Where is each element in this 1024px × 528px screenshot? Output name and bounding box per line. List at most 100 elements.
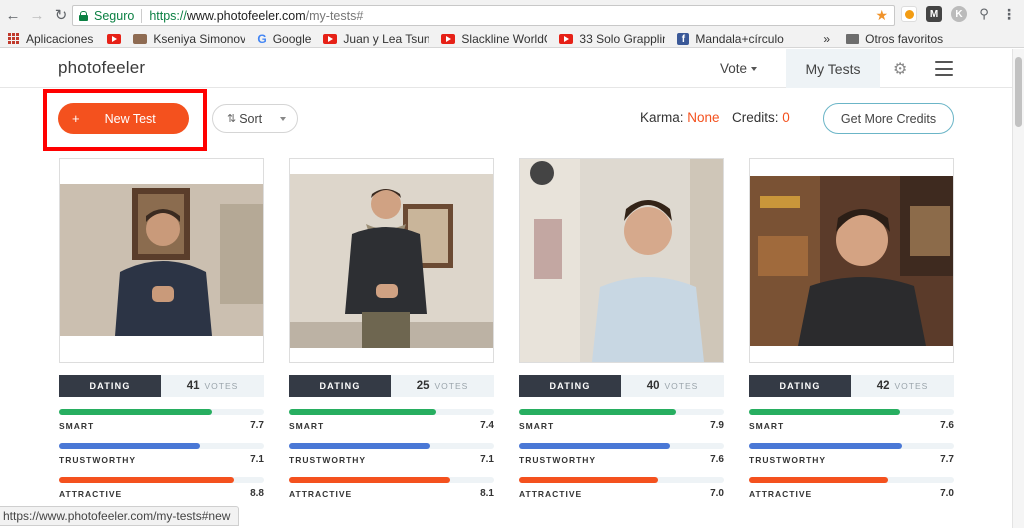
bookmark-label: Mandala+círculo — [695, 31, 784, 46]
browser-toolbar: ← → ↻ Seguro https://www.photofeeler.com… — [0, 0, 1024, 30]
metric-name: ATTRACTIVE — [749, 489, 813, 499]
bookmarks-overflow-chevron[interactable]: » — [823, 32, 830, 46]
app-header: photofeeler Vote My Tests ⚙ — [0, 49, 1012, 88]
photo-icon — [133, 33, 148, 44]
reload-icon[interactable]: ↻ — [50, 4, 72, 26]
metric-smart: SMART 7.4 — [289, 409, 494, 433]
votes-number: 25 — [416, 380, 430, 392]
scrollbar-thumb[interactable] — [1015, 57, 1022, 127]
metric-name: SMART — [749, 421, 785, 431]
gear-icon[interactable]: ⚙ — [893, 59, 907, 79]
progress-track — [59, 443, 264, 449]
progress-track — [289, 477, 494, 483]
credits-value: 0 — [782, 110, 790, 125]
bookmark-item[interactable] — [107, 33, 122, 44]
folder-icon — [846, 33, 860, 44]
zoom-search-icon[interactable]: ⚲ — [976, 6, 992, 22]
votes-number: 40 — [646, 380, 660, 392]
extension-icon[interactable] — [901, 6, 917, 22]
attr-bar — [289, 477, 451, 483]
address-bar[interactable]: Seguro https://www.photofeeler.com/my-te… — [72, 5, 895, 26]
bookmark-apps[interactable]: Aplicaciones — [8, 32, 93, 46]
karma-display: Karma: None — [640, 110, 720, 125]
card-meta-row: DATING 25 VOTES — [289, 375, 494, 397]
attr-bar — [59, 477, 234, 483]
metric-trustworthy: TRUSTWORTHY 7.6 — [519, 443, 724, 467]
metric-name: TRUSTWORTHY — [59, 455, 137, 465]
gmail-extension-icon[interactable]: M — [926, 6, 942, 22]
metric-score: 8.8 — [250, 488, 264, 499]
metric-attractive: ATTRACTIVE 7.0 — [749, 477, 954, 501]
metric-score: 7.4 — [480, 420, 494, 431]
bookmark-label: Slackline WorldC — [461, 31, 548, 46]
test-photo — [520, 159, 723, 362]
nav-my-tests[interactable]: My Tests — [786, 49, 880, 88]
votes-label: VOTES — [894, 381, 929, 391]
bookmark-item[interactable]: f Mandala+círculo — [677, 32, 805, 46]
metric-attractive: ATTRACTIVE 8.8 — [59, 477, 264, 501]
metric-name: ATTRACTIVE — [59, 489, 123, 499]
metric-score: 7.1 — [480, 454, 494, 465]
bookmark-label: Otros favoritos — [865, 31, 944, 46]
attr-bar — [749, 477, 889, 483]
trust-bar — [289, 443, 431, 449]
forward-icon[interactable]: → — [26, 4, 48, 26]
votes-count: 42 VOTES — [851, 375, 954, 397]
back-icon[interactable]: ← — [2, 4, 24, 26]
progress-track — [749, 443, 954, 449]
get-more-credits-button[interactable]: Get More Credits — [823, 103, 954, 134]
secure-label: Seguro — [94, 8, 135, 23]
new-test-button[interactable]: + New Test — [58, 103, 189, 134]
new-test-label: New Test — [104, 111, 156, 126]
vote-menu[interactable]: Vote — [720, 61, 758, 76]
bookmark-label: 33 Solo Grapplin — [579, 31, 666, 46]
metric-attractive: ATTRACTIVE 8.1 — [289, 477, 494, 501]
youtube-icon — [323, 33, 338, 44]
card-meta-row: DATING 41 VOTES — [59, 375, 264, 397]
metric-score: 7.9 — [710, 420, 724, 431]
progress-track — [519, 477, 724, 483]
photo-frame[interactable] — [289, 158, 494, 363]
metric-name: SMART — [519, 421, 555, 431]
bookmark-star-icon[interactable]: ★ — [875, 7, 888, 24]
sort-dropdown[interactable]: ⇅ Sort — [212, 104, 298, 133]
vote-label: Vote — [720, 61, 748, 76]
bookmark-item[interactable]: 33 Solo Grapplin — [559, 32, 665, 46]
sort-label: Sort — [239, 111, 263, 126]
photo-frame[interactable] — [519, 158, 724, 363]
metric-name: TRUSTWORTHY — [749, 455, 827, 465]
progress-track — [59, 477, 264, 483]
photo-frame[interactable] — [59, 158, 264, 363]
votes-label: VOTES — [664, 381, 699, 391]
votes-number: 42 — [876, 380, 890, 392]
google-icon: G — [257, 31, 267, 46]
extension-k-icon[interactable]: K — [951, 6, 967, 22]
category-badge: DATING — [749, 375, 851, 397]
card-meta-row: DATING 42 VOTES — [749, 375, 954, 397]
bookmark-item[interactable]: Slackline WorldC — [441, 32, 547, 46]
bookmark-item[interactable]: Kseniya Simonov — [133, 32, 245, 46]
photo-frame[interactable] — [749, 158, 954, 363]
metric-attractive: ATTRACTIVE 7.0 — [519, 477, 724, 501]
bookmarks-bar: Aplicaciones Kseniya Simonov G Google Ju… — [0, 30, 1024, 48]
bookmark-item[interactable]: Juan y Lea Tsuna — [323, 32, 429, 46]
metric-name: TRUSTWORTHY — [519, 455, 597, 465]
smart-bar — [749, 409, 901, 415]
page-scrollbar[interactable] — [1012, 49, 1024, 528]
progress-track — [519, 443, 724, 449]
metric-name: ATTRACTIVE — [519, 489, 583, 499]
attr-bar — [519, 477, 659, 483]
facebook-icon: f — [677, 32, 690, 45]
smart-bar — [519, 409, 677, 415]
metric-score: 7.6 — [710, 454, 724, 465]
logo[interactable]: photofeeler — [58, 58, 145, 78]
bookmark-other-folder[interactable]: Otros favoritos — [846, 32, 943, 46]
youtube-icon — [559, 33, 574, 44]
trust-bar — [749, 443, 903, 449]
metric-name: SMART — [59, 421, 95, 431]
hamburger-menu-icon[interactable] — [935, 61, 953, 76]
progress-track — [289, 409, 494, 415]
metric-score: 7.0 — [940, 488, 954, 499]
bookmark-item[interactable]: G Google — [257, 32, 311, 46]
chrome-menu-icon[interactable]: ⋮ — [1001, 6, 1017, 22]
